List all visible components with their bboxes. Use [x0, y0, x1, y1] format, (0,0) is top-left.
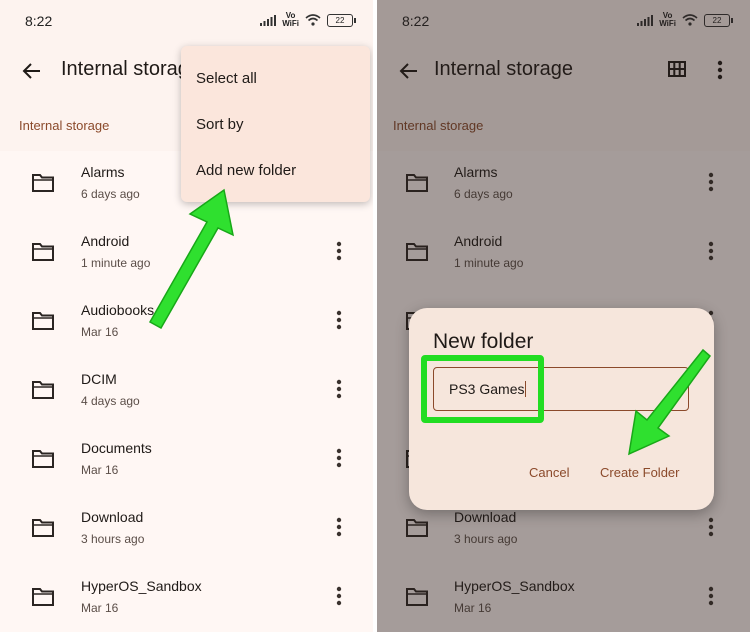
green-arrow-annotation	[148, 188, 235, 330]
green-arrow-annotation	[628, 348, 712, 456]
right-screen: 8:22 Vo WiFi 22 Internal storage Internal…	[377, 0, 750, 632]
left-screen: 8:22 Vo WiFi 22 Internal storage Internal…	[0, 0, 373, 632]
